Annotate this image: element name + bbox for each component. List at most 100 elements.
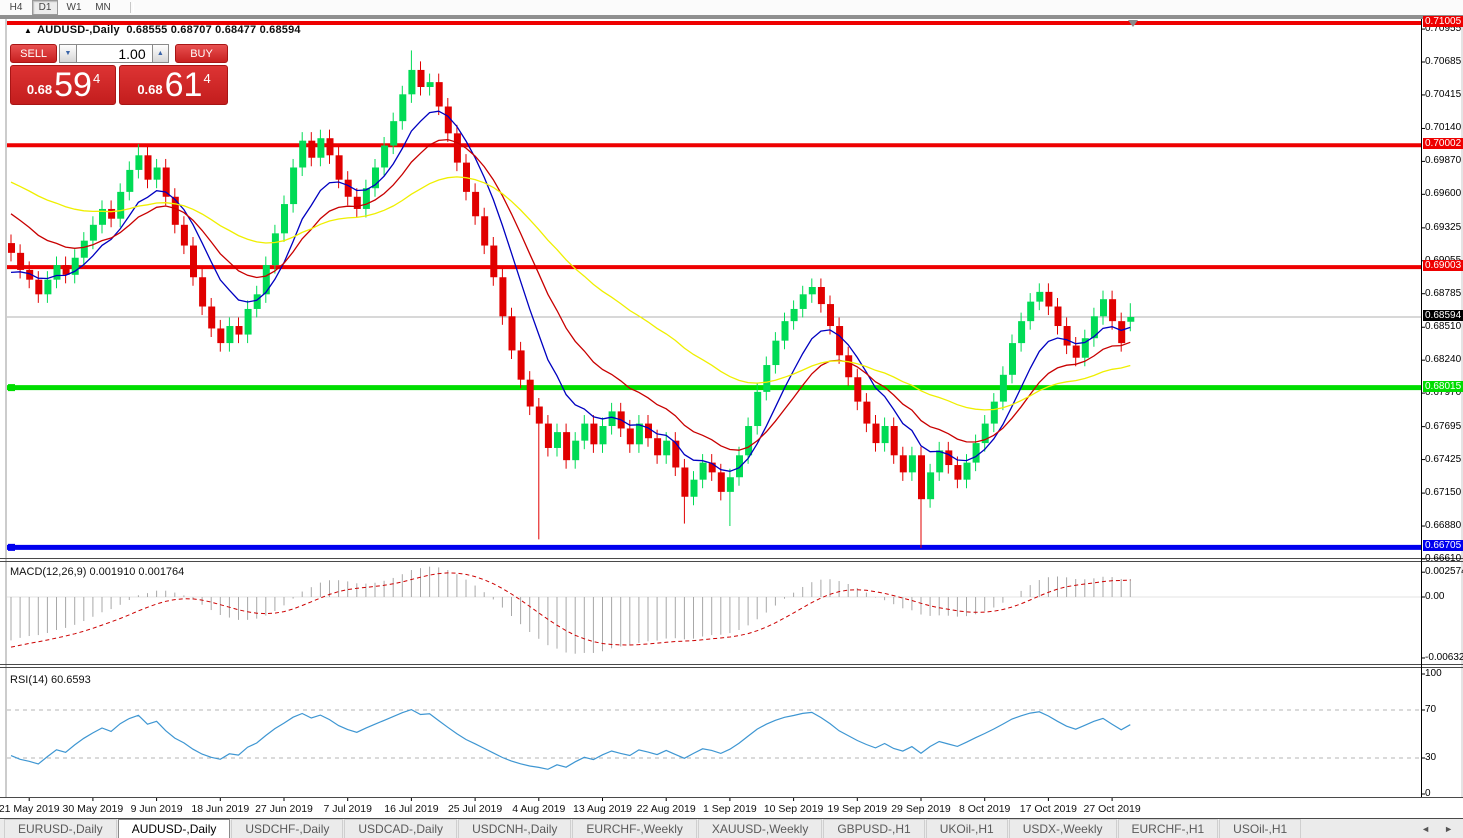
- candle-body: [699, 462, 707, 480]
- price-tick: 0.69325: [1425, 221, 1462, 233]
- volume-input[interactable]: [76, 44, 152, 63]
- chart-tab-usdcnh-daily[interactable]: USDCNH-,Daily: [458, 819, 572, 838]
- candle-body: [908, 455, 916, 473]
- sell-button[interactable]: SELL: [10, 44, 58, 63]
- chart-tab-gbpusd-h1[interactable]: GBPUSD-,H1: [823, 819, 925, 838]
- candle-body: [235, 326, 243, 335]
- rsi-tick: 100: [1425, 668, 1442, 679]
- candle-body: [890, 426, 898, 456]
- price-tick: 0.67150: [1425, 487, 1462, 499]
- candle-body: [881, 426, 889, 444]
- candle-body: [108, 208, 116, 219]
- volume-decrease-button[interactable]: ▼: [59, 44, 77, 63]
- price-tick: 0.68785: [1425, 287, 1462, 299]
- candle-body: [117, 191, 125, 219]
- chart-tab-audusd-daily[interactable]: AUDUSD-,Daily: [117, 819, 231, 838]
- candle-body: [8, 243, 15, 253]
- candle-body: [17, 252, 25, 270]
- chart-title: ▲ AUDUSD-,Daily 0.68555 0.68707 0.68477 0…: [24, 24, 301, 36]
- rsi-tick: 30: [1425, 752, 1437, 763]
- date-label: 16 Jul 2019: [384, 803, 439, 815]
- candle-body: [253, 294, 261, 309]
- candle-body: [180, 224, 188, 246]
- date-label: 8 Oct 2019: [959, 803, 1011, 815]
- chart-tab-eurchf-weekly[interactable]: EURCHF-,Weekly: [572, 819, 697, 838]
- candle-body: [399, 94, 407, 122]
- candle-body: [508, 316, 516, 351]
- candle-body: [271, 233, 279, 266]
- candle-body: [362, 188, 370, 209]
- rsi-line: [10, 708, 1131, 770]
- chart-tab-xauusd-weekly[interactable]: XAUUSD-,Weekly: [697, 819, 823, 838]
- candle-body: [126, 169, 134, 192]
- chart-tab-usdx-weekly[interactable]: USDX-,Weekly: [1008, 819, 1117, 838]
- candle-body: [799, 294, 807, 309]
- buy-price-pip: 4: [203, 71, 211, 86]
- buy-price-display[interactable]: 0.68 61 4: [119, 65, 228, 105]
- candle-body: [572, 440, 580, 461]
- chart-tab-ukoil-h1[interactable]: UKOil-,H1: [925, 819, 1008, 838]
- candle-body: [772, 340, 780, 366]
- tab-scroll-left-icon[interactable]: ◄: [1421, 824, 1430, 834]
- candle-body: [281, 204, 288, 234]
- candle-body: [226, 326, 234, 344]
- chart-tab-bar: EURUSD-,Daily AUDUSD-,Daily USDCHF-,Daily U…: [0, 818, 1463, 838]
- price-tick: 0.67425: [1425, 453, 1462, 465]
- chart-tab-usdcad-daily[interactable]: USDCAD-,Daily: [344, 819, 458, 838]
- candle-body: [326, 138, 334, 156]
- candle-body: [344, 179, 352, 197]
- chart-tab-usoil-h1[interactable]: USOil-,H1: [1219, 819, 1302, 838]
- macd-signal-line: [10, 572, 1131, 648]
- chart-tab-eurusd-daily[interactable]: EURUSD-,Daily: [4, 819, 117, 838]
- candle-body: [308, 140, 316, 158]
- candle-body: [80, 240, 88, 258]
- candle-body: [990, 401, 998, 424]
- date-label: 21 May 2019: [0, 803, 60, 815]
- candle-body: [199, 277, 207, 307]
- mt4-window: H4 D1 W1 MN ▲ AUDUSD-,Daily 0.68555 0.68707 …: [0, 0, 1463, 838]
- chart-tab-eurchf-h1[interactable]: EURCHF-,H1: [1117, 819, 1219, 838]
- volume-increase-button[interactable]: ▲: [151, 44, 169, 63]
- candle-body: [453, 133, 461, 163]
- candle-body: [417, 69, 425, 88]
- candle-body: [1118, 321, 1126, 344]
- candle-body: [544, 423, 552, 448]
- ma-16-line: [10, 138, 1131, 451]
- candle-body: [836, 326, 844, 356]
- date-label: 13 Aug 2019: [573, 803, 632, 815]
- hline-handle[interactable]: [8, 543, 15, 551]
- candle-body: [62, 265, 70, 275]
- candle-body: [535, 406, 543, 424]
- candle-body: [972, 443, 980, 463]
- tab-scroll-right-icon[interactable]: ►: [1444, 824, 1453, 834]
- price-label-0.66705: 0.66705: [1423, 540, 1463, 552]
- candle-body: [381, 145, 389, 168]
- candle-body: [736, 455, 743, 478]
- candle-body: [1127, 317, 1135, 322]
- candle-body: [1072, 345, 1080, 358]
- ma-8-line: [10, 110, 1131, 472]
- collapse-triangle-icon: ▲: [24, 26, 33, 35]
- price-label-0.69003: 0.69003: [1423, 260, 1463, 272]
- candle-body: [217, 328, 225, 344]
- buy-button[interactable]: BUY: [175, 44, 228, 63]
- chart-tab-usdchf-daily[interactable]: USDCHF-,Daily: [231, 819, 344, 838]
- rsi-tick: 70: [1425, 704, 1437, 715]
- chart-canvas: [0, 17, 1463, 801]
- candle-body: [135, 155, 143, 170]
- candle-body: [481, 216, 489, 246]
- candle-body: [262, 265, 270, 295]
- candle-body: [1018, 321, 1026, 344]
- candle-body: [963, 462, 971, 480]
- candle-body: [672, 440, 680, 468]
- candle-body: [1054, 306, 1062, 327]
- candle-body: [763, 365, 771, 392]
- one-click-trading-panel: SELL ▼ ▲ BUY 0.68 59 4 0.68 61 4: [10, 44, 228, 105]
- candle-body: [808, 287, 816, 295]
- date-label: 18 Jun 2019: [191, 803, 250, 815]
- candle-body: [827, 304, 834, 327]
- sell-price-display[interactable]: 0.68 59 4: [10, 65, 116, 105]
- hline-handle[interactable]: [8, 384, 15, 392]
- candle-body: [499, 277, 507, 317]
- price-tick: 0.68510: [1425, 321, 1462, 333]
